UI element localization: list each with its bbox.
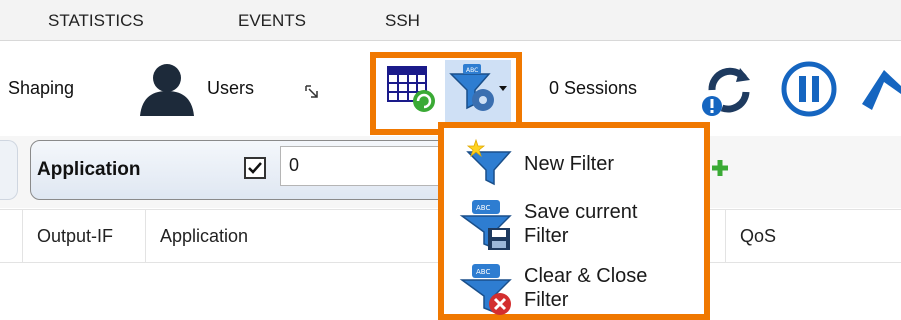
column-divider[interactable]	[22, 210, 23, 262]
filter-gear-icon: ABC	[449, 64, 507, 111]
refresh-warning-icon	[702, 67, 750, 116]
add-filter-button[interactable]	[712, 160, 728, 176]
save-filter-label-line2: Filter	[524, 225, 569, 247]
navigate-up-icon[interactable]	[862, 64, 901, 110]
column-header-qos[interactable]: QoS	[740, 210, 776, 262]
menu-item-clear-close-filter[interactable]: ABC Clear & Close Filter	[444, 258, 704, 318]
refresh-sessions-button[interactable]	[700, 60, 756, 120]
checkmark-icon	[248, 162, 262, 174]
dialog-launcher-icon[interactable]	[305, 85, 319, 99]
clear-filter-icon: ABC	[459, 264, 512, 315]
svg-text:ABC: ABC	[476, 204, 490, 212]
new-filter-label: New Filter	[524, 153, 615, 175]
plus-icon	[712, 160, 728, 176]
svg-text:ABC: ABC	[466, 67, 478, 74]
menu-item-new-filter[interactable]: New Filter	[444, 134, 704, 192]
pause-icon	[781, 61, 837, 117]
application-filter-checkbox[interactable]	[244, 157, 266, 179]
refresh-table-button[interactable]	[383, 62, 439, 118]
application-filter-label: Application	[37, 159, 141, 180]
save-filter-label-line1: Save current	[524, 201, 638, 223]
new-filter-icon	[466, 138, 512, 186]
filter-dropdown-menu: New Filter ABC Save current Filter ABC C…	[438, 122, 710, 320]
tab-statistics[interactable]: STATISTICS	[48, 11, 144, 31]
menu-item-save-current-filter[interactable]: ABC Save current Filter	[444, 194, 704, 254]
tab-strip: STATISTICS EVENTS SSH	[0, 0, 901, 40]
svg-text:ABC: ABC	[476, 268, 490, 276]
column-header-application[interactable]: Application	[160, 210, 248, 262]
clear-filter-label-line1: Clear & Close	[524, 265, 648, 287]
column-divider[interactable]	[145, 210, 146, 262]
tab-events[interactable]: EVENTS	[238, 11, 306, 31]
table-refresh-icon	[387, 66, 435, 112]
save-filter-icon: ABC	[459, 200, 512, 250]
clear-filter-label-line2: Filter	[524, 289, 569, 311]
users-button[interactable]	[136, 60, 198, 118]
application-filter-value: 0	[289, 155, 300, 175]
users-button-label[interactable]: Users	[207, 78, 254, 99]
application-filter-input[interactable]: 0	[280, 146, 450, 186]
previous-filter-box[interactable]	[0, 140, 18, 200]
column-divider[interactable]	[725, 210, 726, 262]
user-icon	[140, 64, 194, 116]
column-header-output-if[interactable]: Output-IF	[37, 210, 113, 262]
sessions-count: 0 Sessions	[549, 78, 638, 98]
pause-button[interactable]	[780, 60, 838, 118]
shaping-button-label[interactable]: Shaping	[8, 78, 74, 99]
tab-ssh[interactable]: SSH	[385, 11, 420, 31]
filter-settings-dropdown-button[interactable]: ABC	[445, 60, 511, 122]
